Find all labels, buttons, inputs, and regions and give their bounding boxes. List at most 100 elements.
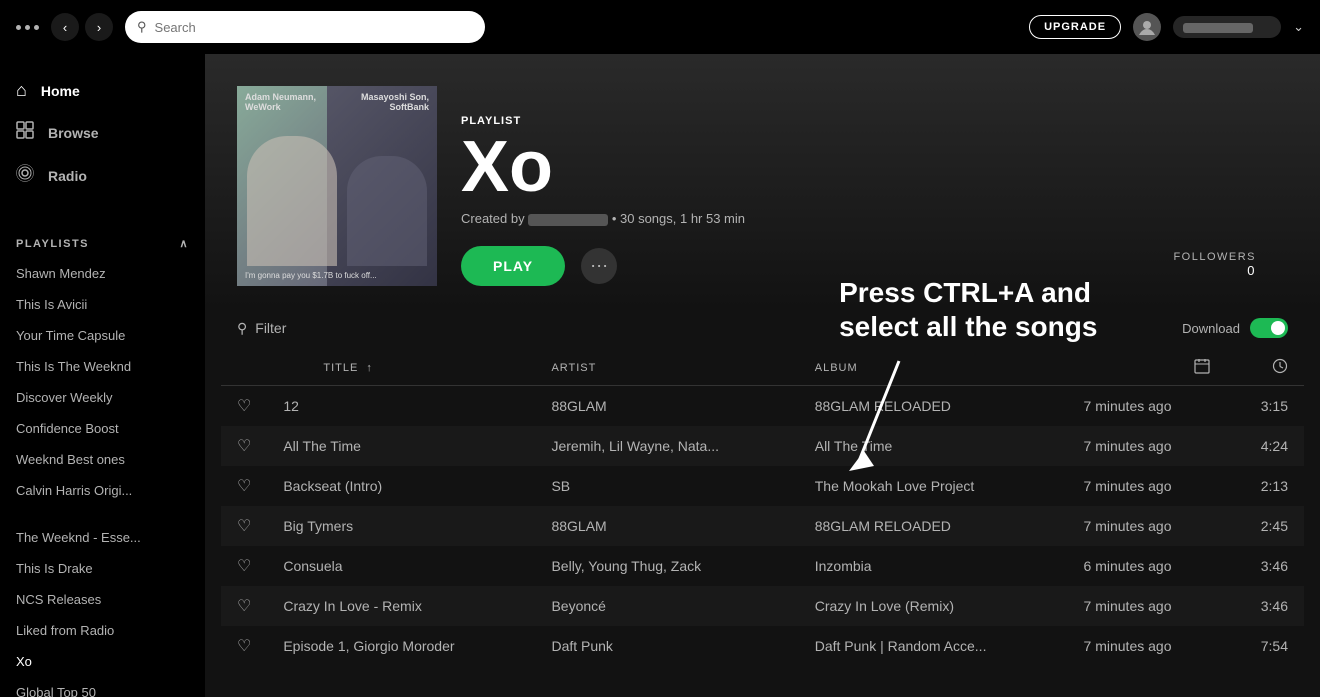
search-bar: ⚲ [125,11,485,43]
playlist-list-2: The Weeknd - Esse...This Is DrakeNCS Rel… [0,522,205,697]
like-cell: ♡ [221,506,267,546]
track-artist-cell: Belly, Young Thug, Zack [535,546,798,586]
like-cell: ♡ [221,426,267,466]
playlist-stats: • 30 songs, 1 hr 53 min [612,211,745,226]
sidebar-item-liked-from-radio[interactable]: Liked from Radio [0,615,205,646]
table-row[interactable]: ♡ Consuela Belly, Young Thug, Zack Inzom… [221,546,1304,586]
username-display[interactable] [1173,16,1281,38]
back-button[interactable]: ‹ [51,13,79,41]
app-menu[interactable] [16,25,39,30]
playlists-header: PLAYLISTS ∧ [0,221,205,258]
playlist-info: PLAYLIST Xo Created by • 30 songs, 1 hr … [461,115,777,286]
table-row[interactable]: ♡ 12 88GLAM 88GLAM RELOADED 7 minutes ag… [221,386,1304,427]
track-album-cell: Crazy In Love (Remix) [799,586,1068,626]
sidebar-item-label: Radio [48,168,87,184]
col-artist: ARTIST [535,350,798,386]
collapse-icon[interactable]: ∧ [179,237,189,250]
sidebar-item-calvin-harris[interactable]: Calvin Harris Origi... [0,475,205,506]
clock-icon [1272,365,1288,377]
sidebar-item-xo[interactable]: Xo [0,646,205,677]
sidebar-item-label: Home [41,83,80,99]
download-area: Download [1182,318,1288,338]
sidebar-item-weeknd-best-ones[interactable]: Weeknd Best ones [0,444,205,475]
top-bar: ‹ › ⚲ UPGRADE ⌄ [0,0,1320,54]
like-icon[interactable]: ♡ [237,438,251,455]
search-input[interactable] [155,20,473,35]
filter-icon: ⚲ [237,320,247,337]
col-duration-icon [1226,350,1304,386]
sidebar-item-home[interactable]: ⌂ Home [0,70,205,111]
track-added-cell: 7 minutes ago [1068,506,1226,546]
sidebar-item-global-top-50[interactable]: Global Top 50 [0,677,205,697]
annotation-line2: select all the songs [839,310,1097,344]
track-title-cell: Big Tymers [267,506,535,546]
like-cell: ♡ [221,586,267,626]
like-icon[interactable]: ♡ [237,398,251,415]
annotation-line1: Press CTRL+A and [839,276,1097,310]
like-icon[interactable]: ♡ [237,518,251,535]
track-title-cell: 12 [267,386,535,427]
playlist-title: Xo [461,131,777,203]
sidebar-item-the-weeknd-esse[interactable]: The Weeknd - Esse... [0,522,205,553]
sidebar-item-confidence-boost[interactable]: Confidence Boost [0,413,205,444]
main-area: ⌂ Home Browse Radio PLAYLISTS ∧ Shawn Me… [0,54,1320,697]
avatar[interactable] [1133,13,1161,41]
playlist-cover: Adam Neumann,WeWork Masayoshi Son,SoftBa… [237,86,437,286]
track-artist-cell: SB [535,466,798,506]
upgrade-button[interactable]: UPGRADE [1029,15,1121,39]
playlist-header: Adam Neumann,WeWork Masayoshi Son,SoftBa… [205,54,1320,310]
track-controls: ⚲ Filter Download [205,310,1320,350]
track-album-cell: Inzombia [799,546,1068,586]
table-row[interactable]: ♡ Crazy In Love - Remix Beyoncé Crazy In… [221,586,1304,626]
track-duration-cell: 3:46 [1226,586,1304,626]
sidebar-item-shawn-mendez[interactable]: Shawn Mendez [0,258,205,289]
download-label: Download [1182,321,1240,336]
sidebar-item-radio[interactable]: Radio [0,154,205,197]
track-title-cell: Backseat (Intro) [267,466,535,506]
more-options-button[interactable]: ⋯ [581,248,617,284]
table-row[interactable]: ♡ Backseat (Intro) SB The Mookah Love Pr… [221,466,1304,506]
sidebar-item-browse[interactable]: Browse [0,111,205,154]
track-table-header: TITLE ↑ ARTIST ALBUM [221,350,1304,386]
followers-label: FOLLOWERS [1173,251,1256,263]
sidebar-item-this-is-avicii[interactable]: This Is Avicii [0,289,205,320]
followers-count: 0 [1173,263,1256,278]
track-album-cell: 88GLAM RELOADED [799,506,1068,546]
sidebar-item-this-is-drake[interactable]: This Is Drake [0,553,205,584]
table-row[interactable]: ♡ All The Time Jeremih, Lil Wayne, Nata.… [221,426,1304,466]
track-artist-cell: 88GLAM [535,386,798,427]
radio-icon [16,164,34,187]
filter-placeholder: Filter [255,320,286,336]
track-title-cell: All The Time [267,426,535,466]
like-icon[interactable]: ♡ [237,598,251,615]
sidebar-item-ncs-releases[interactable]: NCS Releases [0,584,205,615]
table-row[interactable]: ♡ Big Tymers 88GLAM 88GLAM RELOADED 7 mi… [221,506,1304,546]
like-icon[interactable]: ♡ [237,478,251,495]
forward-button[interactable]: › [85,13,113,41]
download-toggle[interactable] [1250,318,1288,338]
track-title-cell: Episode 1, Giorgio Moroder [267,626,535,666]
play-button[interactable]: PLAY [461,246,565,286]
sidebar-item-your-time-capsule[interactable]: Your Time Capsule [0,320,205,351]
search-icon: ⚲ [137,19,147,35]
filter-box: ⚲ Filter [237,320,286,337]
like-cell: ♡ [221,546,267,586]
followers-area: FOLLOWERS 0 [1141,251,1288,286]
sidebar-item-this-is-the-weeknd[interactable]: This Is The Weeknd [0,351,205,382]
like-icon[interactable]: ♡ [237,558,251,575]
creator-name [528,214,608,226]
like-cell: ♡ [221,626,267,666]
track-added-cell: 6 minutes ago [1068,546,1226,586]
playlist-list: Shawn MendezThis Is AviciiYour Time Caps… [0,258,205,506]
table-row[interactable]: ♡ Episode 1, Giorgio Moroder Daft Punk D… [221,626,1304,666]
sidebar: ⌂ Home Browse Radio PLAYLISTS ∧ Shawn Me… [0,54,205,697]
like-icon[interactable]: ♡ [237,638,251,655]
track-artist-cell: 88GLAM [535,506,798,546]
track-title-cell: Crazy In Love - Remix [267,586,535,626]
chevron-down-icon[interactable]: ⌄ [1293,19,1304,35]
playlist-type: PLAYLIST [461,115,777,127]
track-duration-cell: 7:54 [1226,626,1304,666]
nav-arrows: ‹ › [51,13,113,41]
sidebar-item-discover-weekly[interactable]: Discover Weekly [0,382,205,413]
track-album-cell: Daft Punk | Random Acce... [799,626,1068,666]
